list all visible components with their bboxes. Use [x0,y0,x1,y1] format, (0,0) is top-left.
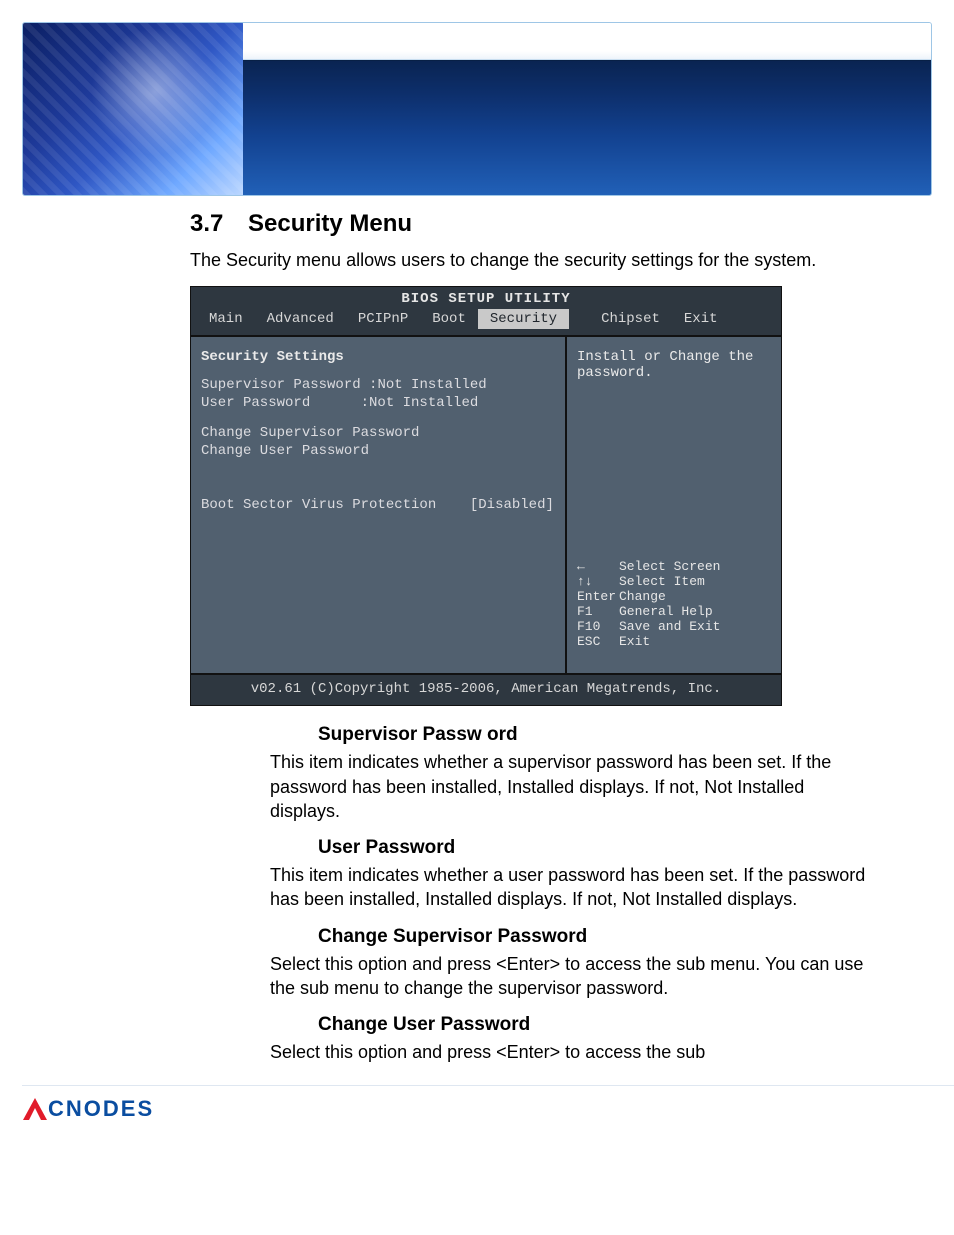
bios-key-row: ESCExit [577,634,773,649]
bios-key-row: F1General Help [577,604,773,619]
brand-a-mark-icon [22,1098,48,1120]
bios-title: BIOS SETUP UTILITY [191,287,781,309]
item-change-supervisor-password: Change Supervisor Password Select this o… [270,926,874,1001]
item-body: Select this option and press <Enter> to … [270,1040,874,1064]
bios-pane-heading: Security Settings [201,349,555,365]
bios-tab-pcipnp[interactable]: PCIPnP [346,309,420,329]
bios-row-label: User Password [201,395,310,411]
bios-row-label: Supervisor Password [201,377,361,393]
footer: CNODES [22,1085,954,1125]
banner-stripe-blue [243,60,931,195]
bios-row-value: :Not Installed [369,377,487,393]
item-title: Change User Password [318,1014,874,1036]
banner-stripe-white [243,23,931,60]
bios-help-text: Install or Change the password. [577,349,773,381]
banner-graphic-left [23,23,243,195]
bios-key-row: ↑↓Select Item [577,574,773,589]
item-title: User Password [318,837,874,859]
bios-key-row: ←Select Screen [577,559,773,574]
item-body: Select this option and press <Enter> to … [270,952,874,1001]
brand-text: CNODES [48,1096,154,1122]
section-intro: The Security menu allows users to change… [190,248,894,272]
bios-tab-advanced[interactable]: Advanced [255,309,346,329]
bios-tab-boot[interactable]: Boot [420,309,478,329]
section-heading: 3.7 Security Menu [190,210,894,238]
bios-option-label: Boot Sector Virus Protection [201,497,436,513]
bios-action-change-supervisor[interactable]: Change Supervisor Password [201,425,555,441]
item-body: This item indicates whether a user passw… [270,863,874,912]
item-supervisor-password: Supervisor Passw ord This item indicates… [270,724,874,823]
bios-key-help: ←Select Screen ↑↓Select Item EnterChange… [577,559,773,649]
bios-key-row: EnterChange [577,589,773,604]
bios-body: Security Settings Supervisor Password :N… [191,335,781,673]
bios-screenshot: BIOS SETUP UTILITY Main Advanced PCIPnP … [190,286,782,706]
bios-option-boot-sector[interactable]: Boot Sector Virus Protection [Disabled] [201,497,555,513]
bios-tab-main[interactable]: Main [197,309,255,329]
item-change-user-password: Change User Password Select this option … [270,1014,874,1064]
bios-key-row: F10Save and Exit [577,619,773,634]
banner-image [22,22,932,196]
banner-graphic-right [243,23,931,195]
bios-option-value: [Disabled] [470,497,554,513]
bios-copyright: v02.61 (C)Copyright 1985-2006, American … [191,673,781,705]
bios-row-supervisor: Supervisor Password :Not Installed [201,377,555,393]
brand-logo: CNODES [22,1096,154,1122]
bios-row-value: :Not Installed [361,395,479,411]
bios-tab-chipset[interactable]: Chipset [589,309,672,329]
bios-right-pane: Install or Change the password. ←Select … [567,337,781,673]
bios-actions: Change Supervisor Password Change User P… [201,425,555,459]
section-title: Security Menu [248,210,412,237]
bios-tab-security[interactable]: Security [478,309,569,329]
bios-left-pane: Security Settings Supervisor Password :N… [191,337,567,673]
bios-row-user: User Password :Not Installed [201,395,555,411]
bios-tabs: Main Advanced PCIPnP Boot Security Chips… [191,309,781,335]
item-user-password: User Password This item indicates whethe… [270,837,874,912]
bios-action-change-user[interactable]: Change User Password [201,443,555,459]
item-title: Supervisor Passw ord [318,724,874,746]
item-body: This item indicates whether a supervisor… [270,750,874,823]
bios-tab-exit[interactable]: Exit [672,309,730,329]
section-number: 3.7 [190,210,223,237]
item-title: Change Supervisor Password [318,926,874,948]
description-items: Supervisor Passw ord This item indicates… [270,724,874,1064]
